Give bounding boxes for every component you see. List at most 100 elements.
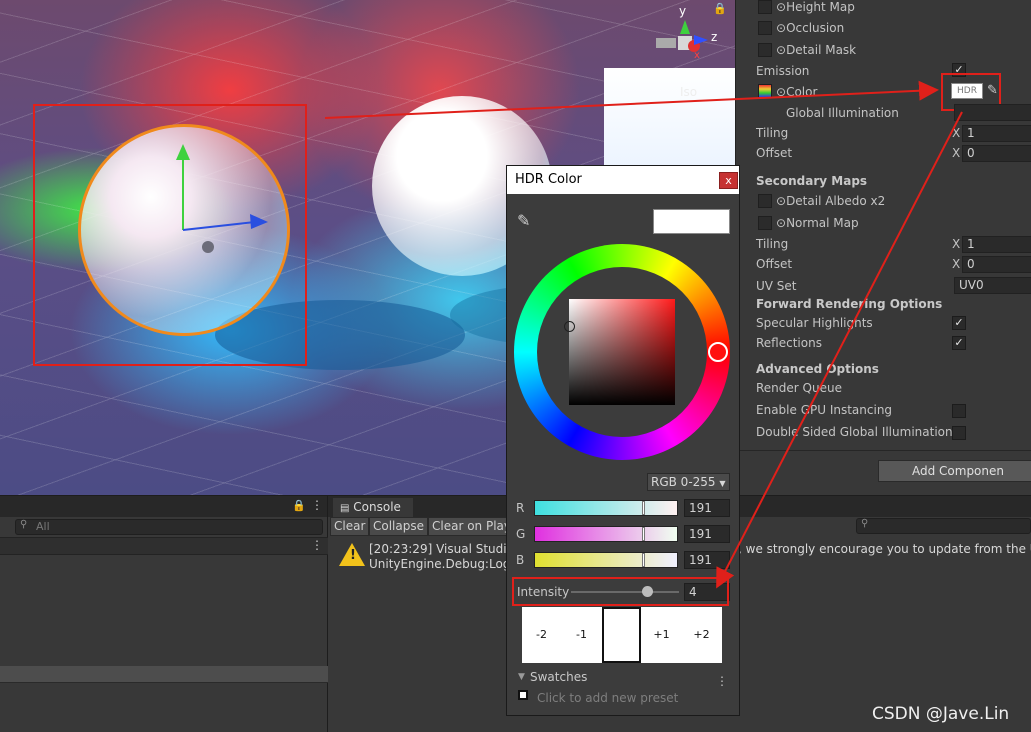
gizmo-x-label: x (694, 50, 700, 61)
tiling-x-field[interactable]: 1 (962, 125, 1031, 142)
log-tail[interactable]: , we strongly encourage you to update fr… (738, 542, 1031, 556)
tiling-x-label: X (952, 126, 961, 140)
g-label: G (516, 527, 526, 541)
reflections-checkbox[interactable]: ✓ (952, 336, 966, 350)
r-slider[interactable] (534, 500, 678, 516)
occlusion-text: Occlusion (786, 21, 845, 35)
forward-rendering-header: Forward Rendering Options (756, 297, 943, 311)
b-slider-thumb[interactable] (642, 553, 645, 567)
tab-console[interactable]: ▤ Console (333, 498, 413, 517)
search-icon: ⚲ (20, 519, 28, 530)
hierarchy-search-input[interactable]: All (15, 519, 323, 535)
uv-set-label: UV Set (756, 279, 797, 293)
add-component-button[interactable]: Add Componen (878, 460, 1031, 482)
console-search-input[interactable] (856, 518, 1031, 534)
swatches-foldout-icon[interactable]: ▼ (518, 672, 525, 682)
tiling-label: Tiling (756, 126, 789, 140)
tiling2-x-field[interactable]: 1 (962, 236, 1031, 253)
projection-label[interactable]: Iso (680, 85, 697, 99)
b-slider[interactable] (534, 552, 678, 568)
clear-button[interactable]: Clear (330, 517, 370, 536)
emission-texture-slot[interactable] (758, 84, 772, 98)
warning-icon-mark: ! (350, 548, 356, 563)
hdr-dialog-title: HDR Color (515, 172, 582, 187)
gizmo-left-cone (656, 38, 676, 48)
hdr-dialog-titlebar[interactable]: HDR Color (507, 166, 739, 194)
normal-map-slot[interactable] (758, 216, 772, 230)
more-icon[interactable]: ⋮ (311, 498, 323, 512)
inspector-divider (736, 450, 1031, 451)
tiling2-label: Tiling (756, 237, 789, 251)
offset2-x-label: X (952, 257, 961, 271)
gizmo-y-label: y (679, 4, 687, 18)
normal-map-label: ⊙Normal Map (776, 216, 859, 230)
detail-mask-slot[interactable] (758, 43, 772, 57)
hierarchy-selected-row[interactable] (0, 666, 328, 682)
b-value-field[interactable]: 191 (684, 551, 730, 569)
secondary-maps-header: Secondary Maps (756, 174, 868, 188)
height-map-text: Height Map (786, 0, 855, 14)
gizmo-z-label: z (711, 30, 718, 44)
gpu-instancing-checkbox[interactable] (952, 404, 966, 418)
orientation-gizmo[interactable]: y z x 🔒 (652, 2, 727, 68)
uv-set-dropdown[interactable]: UV0 (954, 277, 1031, 294)
collapse-button[interactable]: Collapse (369, 517, 428, 536)
occlusion-label: ⊙Occlusion (776, 21, 845, 35)
detail-mask-label: ⊙Detail Mask (776, 43, 857, 57)
console-tab-icon: ▤ (340, 503, 350, 514)
offset2-x-field[interactable]: 0 (962, 256, 1031, 273)
log-line2[interactable]: UnityEngine.Debug:LogW (369, 557, 522, 571)
eyedropper-icon[interactable]: ✎ (517, 211, 530, 230)
offset-x-label: X (952, 146, 961, 160)
sv-picker-handle[interactable] (564, 321, 575, 332)
preset-swatch[interactable] (518, 690, 528, 700)
occlusion-slot[interactable] (758, 21, 772, 35)
more-icon[interactable]: ⋮ (311, 538, 323, 552)
b-slider-row: B 191 (516, 551, 732, 569)
log-line1[interactable]: [20:23:29] Visual Studio (369, 542, 514, 556)
reflections-label: Reflections (756, 336, 822, 350)
r-slider-thumb[interactable] (642, 501, 645, 515)
exposure-plus1[interactable]: +1 (642, 607, 681, 663)
gpu-instancing-label: Enable GPU Instancing (756, 403, 893, 417)
gizmo-y-cone (680, 20, 690, 34)
hue-picker-handle[interactable] (708, 342, 728, 362)
add-preset-hint[interactable]: Click to add new preset (537, 691, 678, 705)
inspector-panel: ⊙Height Map ⊙Occlusion ⊙Detail Mask Emis… (735, 0, 1031, 495)
emission-label: Emission (756, 64, 810, 78)
detail-albedo-text: Detail Albedo x2 (786, 194, 886, 208)
g-slider-thumb[interactable] (642, 527, 645, 541)
g-value-field[interactable]: 191 (684, 525, 730, 543)
offset-x-field[interactable]: 0 (962, 145, 1031, 162)
saturation-value-square[interactable] (569, 299, 675, 405)
exposure-plus2[interactable]: +2 (682, 607, 721, 663)
annotation-box-sphere (33, 104, 307, 366)
color-text: Color (786, 85, 818, 99)
height-map-slot[interactable] (758, 0, 772, 14)
more-icon[interactable]: ⋮ (716, 674, 728, 688)
lock-icon[interactable]: 🔒 (292, 499, 306, 512)
color-mode-dropdown[interactable]: RGB 0-255 ▼ (647, 473, 730, 491)
clear-on-play-button[interactable]: Clear on Play (428, 517, 515, 536)
r-value-field[interactable]: 191 (684, 499, 730, 517)
height-map-label: ⊙Height Map (776, 0, 855, 14)
detail-albedo-label: ⊙Detail Albedo x2 (776, 194, 886, 208)
detail-mask-text: Detail Mask (786, 43, 857, 57)
close-button[interactable]: x (719, 172, 738, 189)
swatches-label[interactable]: Swatches (530, 670, 587, 684)
hierarchy-tabbar (0, 496, 327, 517)
g-slider[interactable] (534, 526, 678, 542)
exposure-minus1[interactable]: -1 (562, 607, 601, 663)
double-sided-gi-checkbox[interactable] (952, 426, 966, 440)
global-illumination-dropdown[interactable] (954, 104, 1031, 121)
console-tab-label: Console (353, 500, 401, 514)
gizmo-z-cone (694, 35, 708, 45)
hierarchy-header-row (0, 537, 328, 555)
color-preview (653, 209, 730, 234)
specular-highlights-checkbox[interactable]: ✓ (952, 316, 966, 330)
color-label: ⊙Color (776, 85, 818, 99)
lock-icon[interactable]: 🔒 (713, 2, 727, 15)
exposure-minus2[interactable]: -2 (522, 607, 561, 663)
detail-albedo-slot[interactable] (758, 194, 772, 208)
render-queue-label: Render Queue (756, 381, 842, 395)
